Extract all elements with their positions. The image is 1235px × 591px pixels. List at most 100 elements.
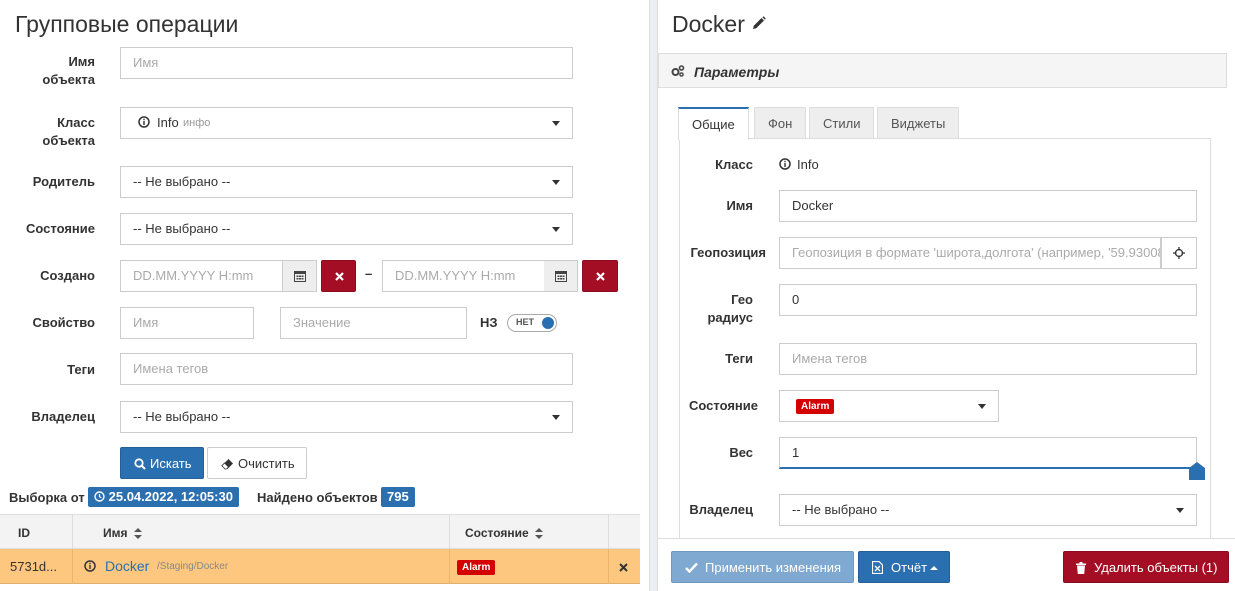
- calendar-to-button[interactable]: [544, 260, 578, 292]
- cogs-icon: [671, 65, 685, 77]
- name-label: Имя: [726, 198, 753, 213]
- state-select[interactable]: Alarm: [779, 390, 999, 422]
- owner-value: -- Не выбрано --: [133, 409, 231, 424]
- col-name-label: Имя: [103, 526, 128, 540]
- state-select[interactable]: -- Не выбрано --: [120, 213, 573, 245]
- row-name-link[interactable]: Docker: [105, 558, 149, 574]
- selection-date-badge: 25.04.2022, 12:05:30: [88, 487, 239, 507]
- close-icon: [335, 272, 344, 281]
- col-state-label: Состояние: [465, 526, 529, 540]
- chevron-down-icon: [1176, 508, 1184, 513]
- info-icon: [138, 116, 150, 128]
- property-label: Свойство: [32, 315, 96, 330]
- col-divider: [72, 515, 73, 550]
- state-label: Состояние: [25, 221, 95, 236]
- col-divider: [608, 515, 609, 550]
- clear-date-to-button[interactable]: [582, 260, 618, 292]
- tags-input[interactable]: Имена тегов: [779, 343, 1197, 375]
- class-select[interactable]: Info инфо: [120, 107, 573, 139]
- tags-input[interactable]: Имена тегов: [120, 353, 573, 385]
- owner-value: -- Не выбрано --: [792, 502, 890, 517]
- delete-objects-button[interactable]: Удалить объекты (1): [1063, 551, 1229, 583]
- toggle-label: НЕТ: [516, 317, 534, 327]
- weight-input[interactable]: 1: [779, 437, 1197, 469]
- close-icon: [596, 272, 605, 281]
- selection-label: Выборка от: [9, 490, 85, 505]
- class-label-line2: объекта: [42, 133, 95, 148]
- apply-changes-button[interactable]: Применить изменения: [671, 551, 854, 583]
- search-button-label: Искать: [150, 456, 192, 471]
- params-panel-header[interactable]: Параметры: [658, 53, 1227, 88]
- pencil-icon[interactable]: [751, 16, 767, 31]
- tab-styles[interactable]: Стили: [809, 107, 875, 139]
- report-button-label: Отчёт: [891, 560, 928, 575]
- found-count-badge: 795: [381, 487, 415, 507]
- parent-label: Родитель: [32, 174, 95, 189]
- owner-select[interactable]: -- Не выбрано --: [120, 401, 573, 433]
- toggle-knob: [542, 317, 554, 329]
- col-divider: [72, 549, 73, 584]
- row-state-badge: Alarm: [457, 560, 496, 575]
- check-icon: [685, 562, 698, 573]
- search-button[interactable]: Искать: [120, 447, 204, 479]
- clear-date-from-button[interactable]: [321, 260, 356, 292]
- nz-toggle[interactable]: НЕТ: [507, 314, 557, 332]
- sort-icon: [133, 528, 142, 539]
- chevron-down-icon: [552, 180, 560, 185]
- object-title-text: Docker: [672, 11, 745, 37]
- tab-background[interactable]: Фон: [754, 107, 807, 139]
- class-value: Info: [157, 115, 179, 130]
- tab-widgets[interactable]: Виджеты: [877, 107, 960, 139]
- chevron-down-icon: [552, 415, 560, 420]
- crosshairs-icon: [1173, 247, 1185, 259]
- eraser-icon: [221, 458, 234, 470]
- owner-label: Владелец: [31, 409, 95, 424]
- calendar-from-button[interactable]: [283, 260, 317, 292]
- name-input[interactable]: Docker: [779, 190, 1197, 222]
- name-input[interactable]: Имя: [120, 47, 573, 79]
- tab-general[interactable]: Общие: [678, 107, 749, 140]
- geo-input[interactable]: Геопозиция в формате 'широта,долгота' (н…: [779, 237, 1161, 269]
- table-header: ID Имя Состояние: [0, 514, 640, 550]
- table-row[interactable]: 5731d... Docker /Staging/Docker Alarm: [0, 549, 640, 584]
- clear-button-label: Очистить: [238, 456, 295, 471]
- class-label-line1: Класс: [57, 115, 95, 130]
- geo-radius-input[interactable]: 0: [779, 284, 1197, 316]
- property-value-input[interactable]: Значение: [280, 307, 467, 339]
- range-separator: –: [365, 266, 373, 281]
- name-label-line1: Имя: [68, 54, 95, 69]
- col-name[interactable]: Имя: [103, 526, 142, 540]
- locate-button[interactable]: [1161, 237, 1197, 269]
- owner-select[interactable]: -- Не выбрано --: [779, 494, 1197, 526]
- remove-row-icon[interactable]: [619, 563, 628, 572]
- row-id: 5731d...: [10, 559, 57, 574]
- tags-label: Теги: [67, 362, 95, 377]
- state-label: Состояние: [688, 398, 758, 413]
- clear-button[interactable]: Очистить: [207, 447, 307, 479]
- object-editor-panel: Docker Параметры Общие Фон Стили Виджеты…: [657, 0, 1235, 591]
- found-label: Найдено объектов: [257, 490, 378, 505]
- caret-up-icon: [930, 566, 938, 570]
- name-label: Имя объекта: [20, 53, 95, 89]
- col-divider: [449, 549, 450, 584]
- col-divider: [449, 515, 450, 550]
- chevron-down-icon: [552, 227, 560, 232]
- apply-button-label: Применить изменения: [705, 560, 842, 575]
- parent-select[interactable]: -- Не выбрано --: [120, 166, 573, 198]
- calendar-icon: [294, 270, 306, 282]
- weight-label: Вес: [729, 445, 753, 460]
- class-value: Info: [797, 157, 819, 172]
- geo-radius-label: Гео радиус: [678, 291, 753, 327]
- chevron-down-icon: [552, 121, 560, 126]
- date-from-input[interactable]: DD.MM.YYYY H:mm: [120, 260, 283, 292]
- col-state[interactable]: Состояние: [465, 526, 544, 540]
- clock-icon: [94, 491, 105, 502]
- parent-value: -- Не выбрано --: [133, 174, 231, 189]
- date-to-input[interactable]: DD.MM.YYYY H:mm: [382, 260, 545, 292]
- slider-handle[interactable]: [1189, 462, 1205, 480]
- col-id: ID: [18, 526, 30, 540]
- owner-label: Владелец: [689, 502, 753, 517]
- property-name-input[interactable]: Имя: [120, 307, 254, 339]
- calendar-icon: [555, 270, 567, 282]
- report-button[interactable]: Отчёт: [858, 551, 950, 583]
